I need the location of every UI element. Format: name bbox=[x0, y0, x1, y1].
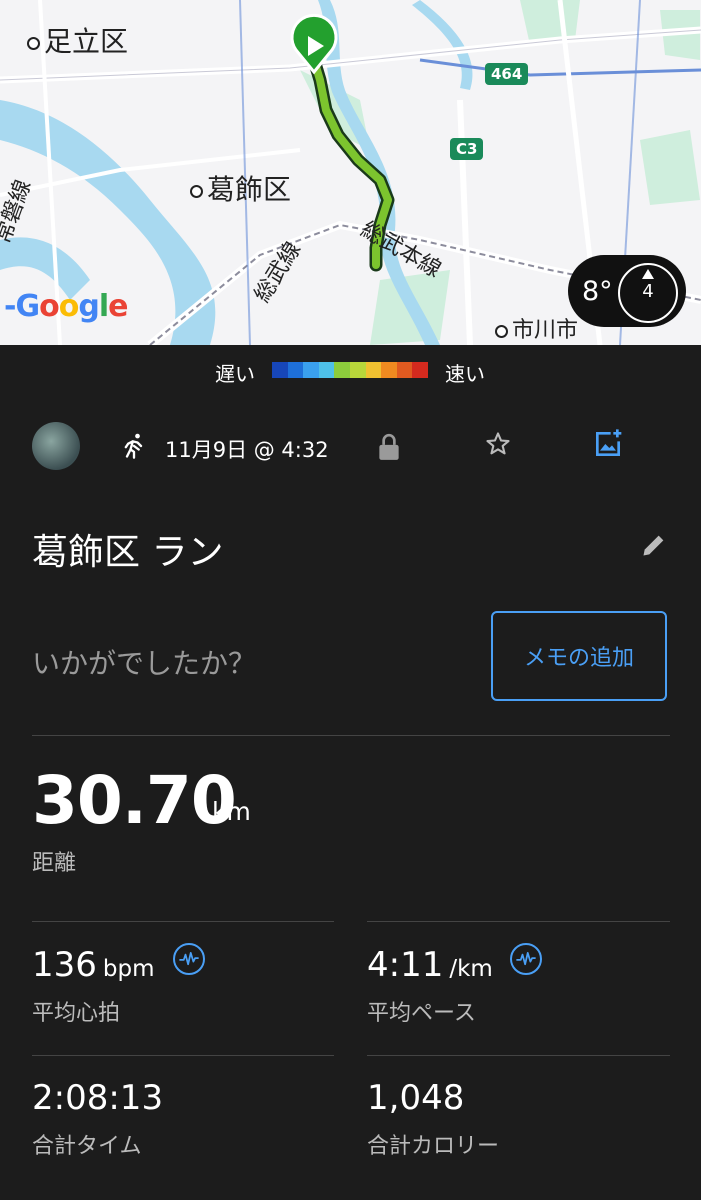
legend-color-segment bbox=[365, 362, 382, 378]
divider bbox=[367, 1055, 670, 1056]
legend-color-segment bbox=[349, 362, 366, 378]
distance-label: 距離 bbox=[32, 851, 77, 876]
heart-rate-label: 平均心拍 bbox=[32, 1001, 121, 1026]
activity-date: 11月9日 @ 4:32 bbox=[165, 438, 329, 462]
legend-color-segment bbox=[381, 362, 397, 378]
heart-rate-unit: bpm bbox=[102, 956, 155, 982]
legend-color-segment bbox=[287, 362, 304, 378]
lock-icon[interactable] bbox=[376, 432, 402, 462]
legend-color-bar bbox=[272, 362, 428, 378]
divider bbox=[32, 1055, 334, 1056]
calories-label: 合計カロリー bbox=[367, 1134, 500, 1159]
road-shield-c3: C3 bbox=[450, 138, 484, 160]
legend-color-segment bbox=[303, 362, 319, 378]
road-shield-464: 464 bbox=[485, 63, 529, 85]
wind-dial-value: 4 bbox=[642, 281, 654, 302]
heart-rate-value: 136 bbox=[32, 945, 97, 985]
running-icon bbox=[124, 433, 143, 459]
map-label-katsushika: 葛飾区 bbox=[190, 168, 291, 208]
distance-value: 30.70 bbox=[32, 762, 237, 839]
legend-slow: 遅い bbox=[215, 362, 255, 386]
distance-unit: km bbox=[212, 797, 251, 826]
divider bbox=[32, 921, 334, 922]
edit-pencil-icon[interactable] bbox=[640, 531, 668, 559]
activity-title: 葛飾区 ラン bbox=[32, 532, 224, 573]
activity-meta-row: 11月9日 @ 4:32 bbox=[0, 420, 701, 476]
total-time-label: 合計タイム bbox=[32, 1134, 142, 1159]
memo-prompt: いかがでしたか？ bbox=[32, 647, 257, 680]
legend-color-segment bbox=[396, 362, 413, 378]
add-memo-button[interactable]: メモの追加 bbox=[491, 611, 667, 701]
divider bbox=[32, 735, 670, 736]
weather-temp: 8° bbox=[582, 275, 613, 307]
pace-value: 4:11 bbox=[367, 945, 444, 985]
legend-color-segment bbox=[272, 362, 288, 378]
avatar[interactable] bbox=[32, 422, 80, 470]
pace-unit: /km bbox=[449, 956, 493, 982]
total-time-value: 2:08:13 bbox=[32, 1078, 164, 1118]
map[interactable]: 足立区 葛飾区 市川市 常磐線 総武線 総武本線 464 C3 -Google … bbox=[0, 0, 701, 345]
map-label-adachi: 足立区 bbox=[27, 20, 128, 60]
divider bbox=[367, 921, 670, 922]
legend-color-segment bbox=[318, 362, 335, 378]
pace-label: 平均ペース bbox=[367, 1001, 476, 1026]
heart-rate-chart-icon[interactable] bbox=[173, 943, 205, 975]
google-logo: -Google bbox=[4, 289, 128, 324]
legend-color-segment bbox=[412, 362, 428, 378]
heart-rate-stat: 136 bpm bbox=[32, 945, 155, 985]
map-label-ichikawa: 市川市 bbox=[495, 312, 578, 344]
add-photo-icon[interactable] bbox=[592, 428, 624, 460]
wind-dial: 4 bbox=[618, 263, 678, 323]
pace-chart-icon[interactable] bbox=[510, 943, 542, 975]
weather-widget[interactable]: 8° 4 bbox=[568, 255, 686, 327]
calories-value: 1,048 bbox=[367, 1078, 465, 1118]
legend-color-segment bbox=[334, 362, 350, 378]
legend-fast: 速い bbox=[445, 362, 485, 386]
pace-stat: 4:11/km bbox=[367, 945, 493, 985]
star-icon[interactable] bbox=[484, 430, 512, 458]
